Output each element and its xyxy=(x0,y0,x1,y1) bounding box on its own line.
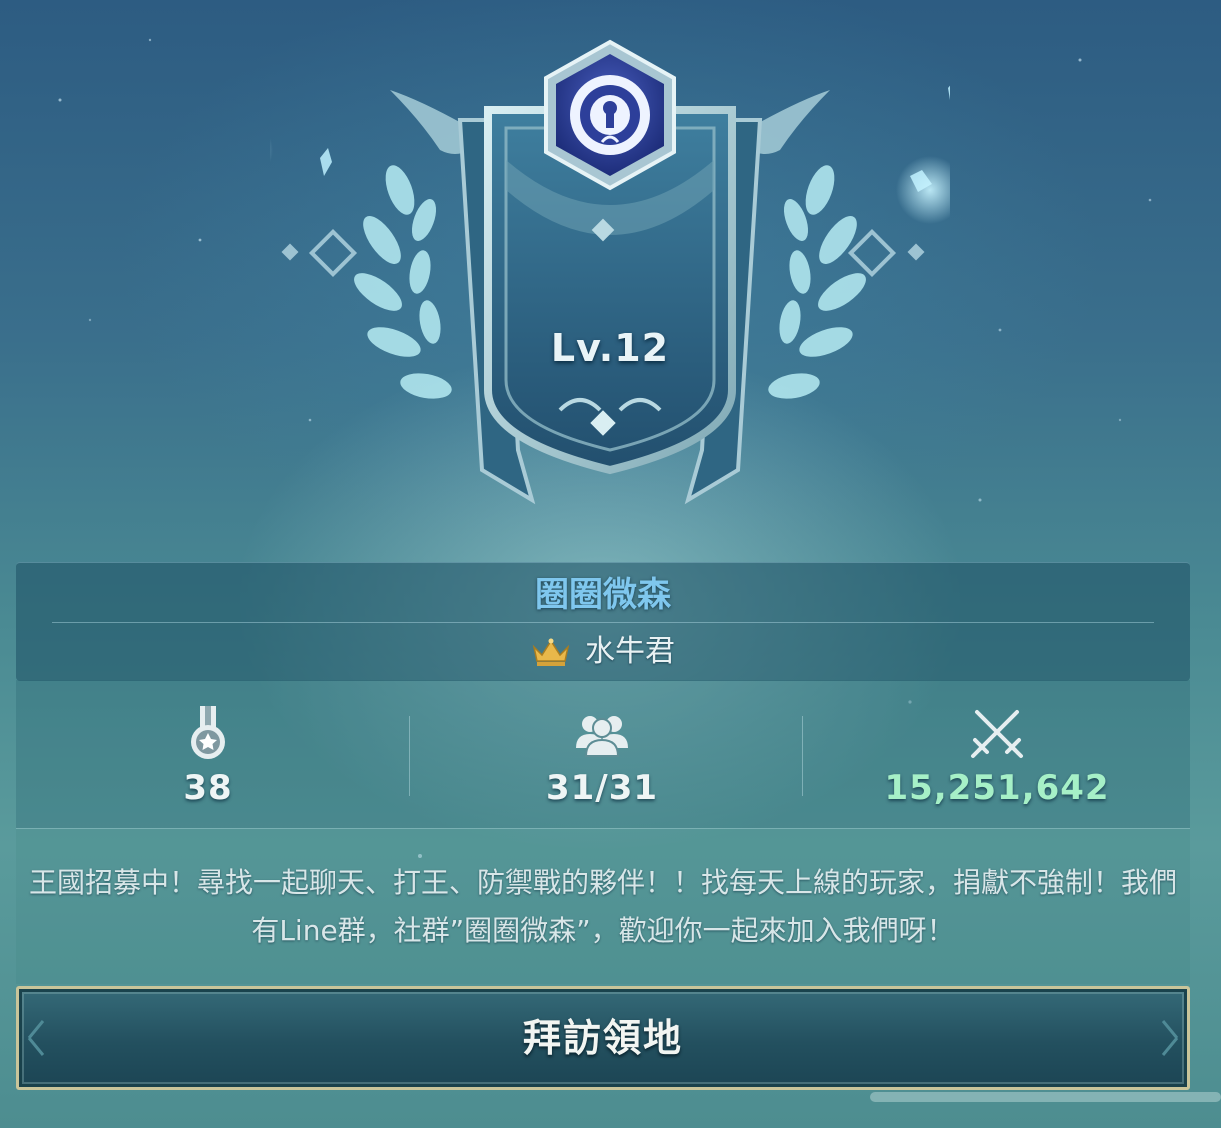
guild-level-value: 38 xyxy=(183,768,233,808)
stat-power: 15,251,642 xyxy=(847,680,1147,828)
leader-row: 水牛君 xyxy=(16,629,1190,675)
member-count-value: 31/31 xyxy=(545,768,659,808)
guild-description-panel: 王國招募中！尋找一起聊天、打王、防禦戰的夥伴！！找每天上線的玩家，捐獻不強制！我… xyxy=(16,829,1190,984)
guild-crest-icon xyxy=(217,39,988,505)
stat-level: 38 xyxy=(58,680,358,828)
guild-name: 圈圈微森 xyxy=(535,575,671,615)
crown-icon xyxy=(532,638,570,666)
chevron-right-decoration-icon xyxy=(1161,1020,1179,1056)
divider xyxy=(52,622,1154,623)
leader-name: 水牛君 xyxy=(585,634,675,669)
guild-emblem: Lv.12 xyxy=(217,30,988,520)
visit-territory-label: 拜訪領地 xyxy=(522,1016,683,1060)
medal-icon xyxy=(191,706,225,759)
stat-members: 31/31 xyxy=(452,680,752,828)
guild-stats-panel: 38 31/31 15,251,642 xyxy=(16,680,1190,829)
visit-territory-button[interactable]: 拜訪領地 xyxy=(16,986,1190,1090)
combat-power-value: 15,251,642 xyxy=(884,768,1110,808)
scroll-indicator[interactable] xyxy=(870,1092,1221,1102)
members-icon xyxy=(576,716,628,757)
guild-description: 王國招募中！尋找一起聊天、打王、防禦戰的夥伴！！找每天上線的玩家，捐獻不強制！我… xyxy=(28,866,1177,947)
stat-separator xyxy=(802,716,803,796)
crossed-swords-icon xyxy=(971,710,1023,758)
guild-level-label: Lv.12 xyxy=(550,326,670,370)
stat-separator xyxy=(409,716,410,796)
guild-info-panel: 圈圈微森 水牛君 xyxy=(16,562,1190,681)
